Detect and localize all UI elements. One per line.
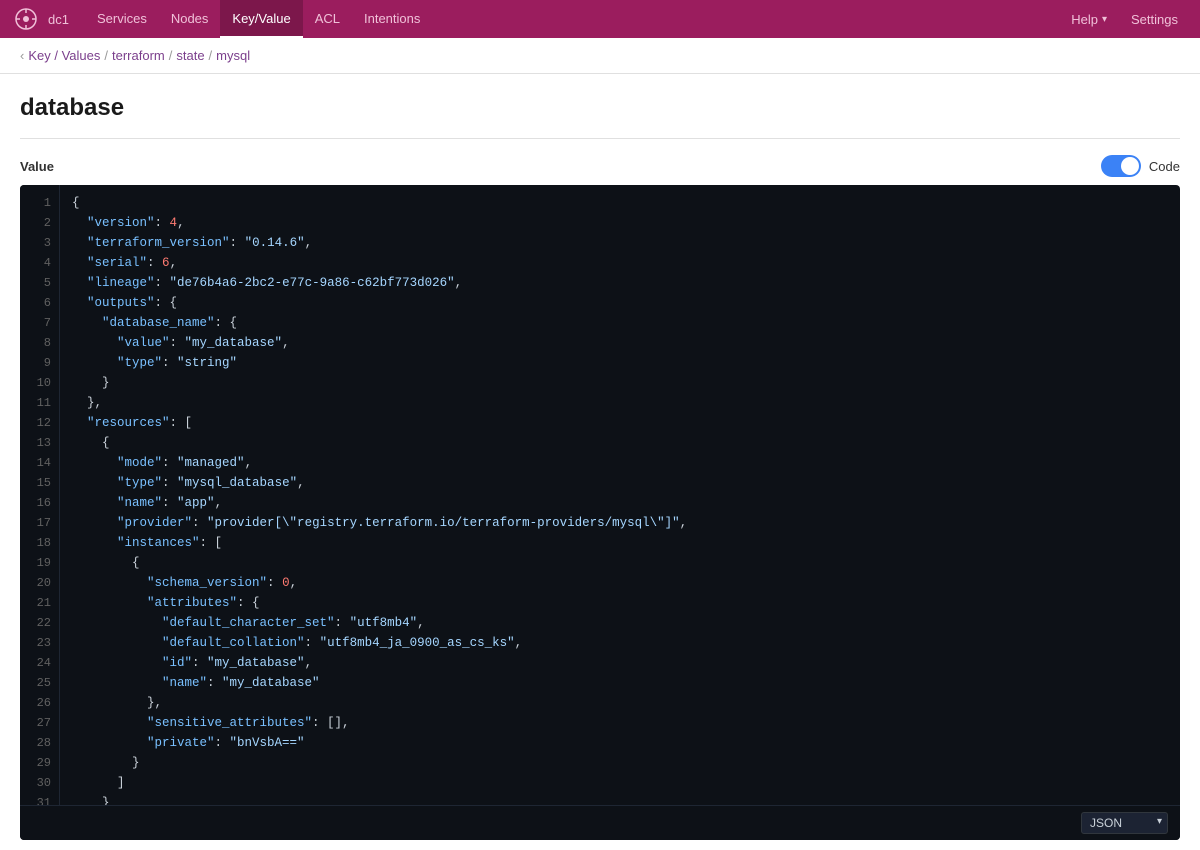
nav-nodes[interactable]: Nodes: [159, 0, 221, 38]
code-line-7: "database_name": {: [72, 313, 1168, 333]
code-line-24: "id": "my_database",: [72, 653, 1168, 673]
breadcrumb-state[interactable]: state: [176, 48, 204, 63]
settings-button[interactable]: Settings: [1121, 0, 1188, 38]
code-line-4: "serial": 6,: [72, 253, 1168, 273]
page-title: database: [20, 94, 1180, 139]
code-line-14: "mode": "managed",: [72, 453, 1168, 473]
code-line-8: "value": "my_database",: [72, 333, 1168, 353]
code-line-26: },: [72, 693, 1168, 713]
value-header: Value Code: [20, 155, 1180, 177]
dc-label: dc1: [48, 12, 69, 27]
code-line-21: "attributes": {: [72, 593, 1168, 613]
code-line-30: ]: [72, 773, 1168, 793]
code-line-1: {: [72, 193, 1168, 213]
code-toggle: Code: [1101, 155, 1180, 177]
code-line-11: },: [72, 393, 1168, 413]
nav-keyvalue[interactable]: Key/Value: [220, 0, 302, 38]
chevron-down-icon: ▾: [1102, 14, 1107, 25]
code-toggle-switch[interactable]: [1101, 155, 1141, 177]
code-line-12: "resources": [: [72, 413, 1168, 433]
nav-acl[interactable]: ACL: [303, 0, 352, 38]
editor-footer: JSON YAML Plain Text ▾: [20, 805, 1180, 840]
code-line-16: "name": "app",: [72, 493, 1168, 513]
code-editor: 1 2 3 4 5 6 7 8 9 10 11 12 13 14 15 16 1…: [20, 185, 1180, 840]
code-line-5: "lineage": "de76b4a6-2bc2-e77c-9a86-c62b…: [72, 273, 1168, 293]
code-line-19: {: [72, 553, 1168, 573]
breadcrumb-mysql[interactable]: mysql: [216, 48, 250, 63]
main-content: database Value Code 1 2 3 4 5 6 7 8 9 10…: [0, 74, 1200, 850]
code-line-23: "default_collation": "utf8mb4_ja_0900_as…: [72, 633, 1168, 653]
breadcrumb: ‹ Key / Values / terraform / state / mys…: [0, 38, 1200, 74]
code-lines: { "version": 4, "terraform_version": "0.…: [60, 185, 1180, 805]
line-numbers: 1 2 3 4 5 6 7 8 9 10 11 12 13 14 15 16 1…: [20, 185, 60, 805]
navbar: dc1 Services Nodes Key/Value ACL Intenti…: [0, 0, 1200, 38]
code-line-27: "sensitive_attributes": [],: [72, 713, 1168, 733]
code-line-6: "outputs": {: [72, 293, 1168, 313]
code-line-13: {: [72, 433, 1168, 453]
code-line-10: }: [72, 373, 1168, 393]
app-logo: [12, 5, 40, 33]
code-line-9: "type": "string": [72, 353, 1168, 373]
code-content[interactable]: 1 2 3 4 5 6 7 8 9 10 11 12 13 14 15 16 1…: [20, 185, 1180, 805]
code-line-17: "provider": "provider[\"registry.terrafo…: [72, 513, 1168, 533]
code-line-31: }: [72, 793, 1168, 805]
code-toggle-label: Code: [1149, 159, 1180, 174]
breadcrumb-keyvalues[interactable]: Key / Values: [28, 48, 100, 63]
format-select[interactable]: JSON YAML Plain Text: [1081, 812, 1168, 834]
breadcrumb-terraform[interactable]: terraform: [112, 48, 165, 63]
format-select-wrapper[interactable]: JSON YAML Plain Text ▾: [1081, 812, 1168, 834]
breadcrumb-arrow: ‹: [20, 48, 24, 63]
code-line-25: "name": "my_database": [72, 673, 1168, 693]
code-line-2: "version": 4,: [72, 213, 1168, 233]
code-line-15: "type": "mysql_database",: [72, 473, 1168, 493]
code-line-3: "terraform_version": "0.14.6",: [72, 233, 1168, 253]
navbar-right: Help ▾ Settings: [1061, 0, 1188, 38]
nav-intentions[interactable]: Intentions: [352, 0, 432, 38]
code-line-22: "default_character_set": "utf8mb4",: [72, 613, 1168, 633]
help-button[interactable]: Help ▾: [1061, 0, 1117, 38]
value-label: Value: [20, 159, 54, 174]
code-line-20: "schema_version": 0,: [72, 573, 1168, 593]
code-line-29: }: [72, 753, 1168, 773]
code-line-28: "private": "bnVsbA==": [72, 733, 1168, 753]
nav-services[interactable]: Services: [85, 0, 159, 38]
code-line-18: "instances": [: [72, 533, 1168, 553]
